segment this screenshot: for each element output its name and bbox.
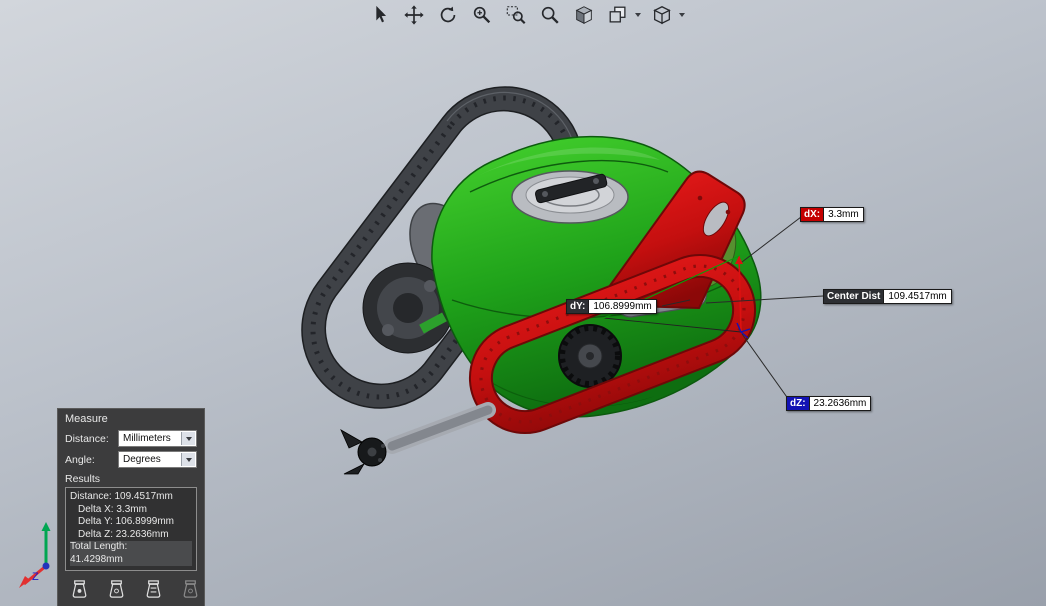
shaded-cube-icon xyxy=(573,4,595,26)
display-style-button[interactable] xyxy=(648,2,675,27)
zoom-area-button[interactable] xyxy=(502,2,529,27)
measure-panel-title: Measure xyxy=(58,409,204,428)
callout-center-dist[interactable]: Center Dist 109.4517mm xyxy=(823,289,952,304)
zoom-area-icon xyxy=(505,4,527,26)
zoom-fit-icon xyxy=(471,4,493,26)
measure-flask-button-3[interactable] xyxy=(140,577,166,603)
distance-dropdown-caret-icon[interactable] xyxy=(181,432,195,445)
rotate-icon xyxy=(437,4,459,26)
pan-icon xyxy=(403,4,425,26)
results-label: Results xyxy=(58,470,204,486)
results-box: Distance: 109.4517mm Delta X: 3.3mm Delt… xyxy=(65,487,197,571)
pan-tool-button[interactable] xyxy=(400,2,427,27)
dy-badge: dY: xyxy=(566,299,589,314)
distance-unit-select[interactable]: Millimeters xyxy=(118,430,197,447)
result-delta-z: Delta Z: 23.2636mm xyxy=(70,529,192,542)
callout-dy[interactable]: dY: 106.8999mm xyxy=(566,299,657,314)
callout-dz[interactable]: dZ: 23.2636mm xyxy=(786,396,871,411)
measure-flask-button-1[interactable] xyxy=(66,577,92,603)
flask-icon xyxy=(143,579,164,601)
distance-label: Distance: xyxy=(65,433,115,445)
rotate-view-button[interactable] xyxy=(434,2,461,27)
display-style-dropdown-caret-icon[interactable] xyxy=(679,13,685,17)
angle-unit-select[interactable]: Degrees xyxy=(118,451,197,468)
result-total-length-label: Total Length: xyxy=(70,541,192,554)
measure-flask-button-2[interactable] xyxy=(103,577,129,603)
center-dist-value: 109.4517mm xyxy=(884,289,951,304)
result-distance: Distance: 109.4517mm xyxy=(70,491,192,504)
view-orientation-button[interactable] xyxy=(604,2,631,27)
angle-dropdown-caret-icon[interactable] xyxy=(181,453,195,466)
distance-unit-value: Millimeters xyxy=(123,433,171,444)
triad-z-label: Z xyxy=(32,571,39,583)
dx-badge: dX: xyxy=(800,207,824,222)
front-arm-gripper[interactable] xyxy=(341,410,488,474)
view-orientation-dropdown-caret-icon[interactable] xyxy=(635,13,641,17)
flask-icon xyxy=(69,579,90,601)
callout-dx[interactable]: dX: 3.3mm xyxy=(800,207,864,222)
measure-flask-button-4-disabled[interactable] xyxy=(177,577,203,603)
dx-value: 3.3mm xyxy=(824,207,864,222)
triad-y-arrowhead-icon xyxy=(42,522,51,531)
view-toolbar xyxy=(366,2,685,27)
result-total-length-value: 41.4298mm xyxy=(70,554,192,567)
result-delta-x: Delta X: 3.3mm xyxy=(70,504,192,517)
flask-disabled-icon xyxy=(180,579,201,601)
drive-wheel[interactable] xyxy=(559,325,621,387)
dz-badge: dZ: xyxy=(786,396,810,411)
magnifier-icon xyxy=(539,4,561,26)
top-turret[interactable] xyxy=(512,171,628,223)
angle-label: Angle: xyxy=(65,454,115,466)
select-tool-button[interactable] xyxy=(366,2,393,27)
zoom-fit-button[interactable] xyxy=(468,2,495,27)
measure-tool-icons xyxy=(66,577,203,603)
measure-panel: Measure Distance: Millimeters Angle: Deg… xyxy=(57,408,205,606)
center-dist-badge: Center Dist xyxy=(823,289,884,304)
angle-unit-row: Angle: Degrees xyxy=(58,449,204,470)
shaded-view-button[interactable] xyxy=(570,2,597,27)
flask-icon xyxy=(106,579,127,601)
select-arrow-icon xyxy=(369,4,391,26)
distance-unit-row: Distance: Millimeters xyxy=(58,428,204,449)
dz-value: 23.2636mm xyxy=(810,396,872,411)
zoom-button[interactable] xyxy=(536,2,563,27)
wireframe-cube-icon xyxy=(651,4,673,26)
triad-origin-dot xyxy=(43,563,50,570)
cad-application-window: { "app": { "type": "3d-cad-measure-view"… xyxy=(0,0,1046,606)
angle-unit-value: Degrees xyxy=(123,454,161,465)
result-delta-y: Delta Y: 106.8999mm xyxy=(70,516,192,529)
view-orientation-icon xyxy=(607,4,629,26)
dy-value: 106.8999mm xyxy=(589,299,656,314)
